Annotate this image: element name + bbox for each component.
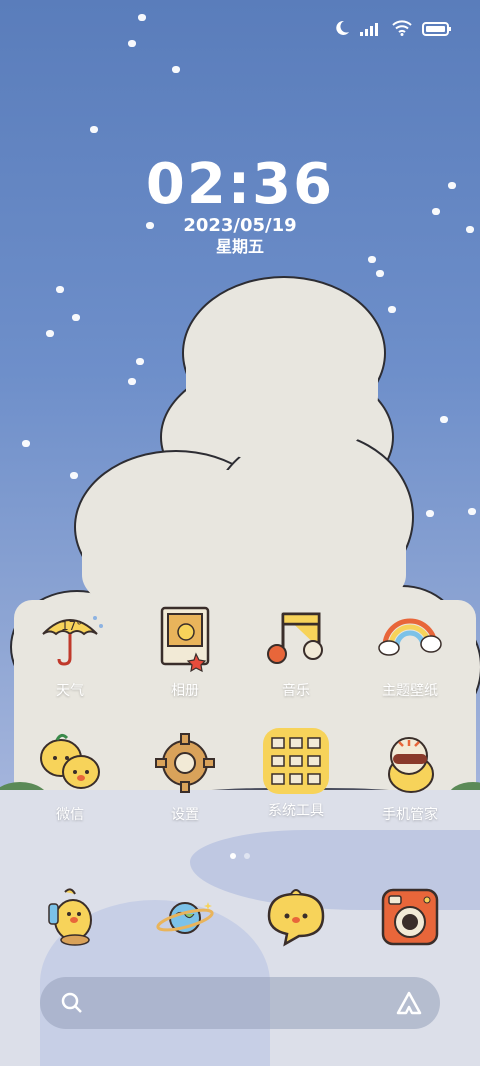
weather-temp: 17°: [61, 619, 82, 633]
moon-icon: [334, 20, 350, 40]
search-icon[interactable]: [60, 991, 84, 1019]
clock-date: 2023/05/19: [183, 215, 297, 236]
app-wechat[interactable]: 微信: [20, 728, 120, 824]
app-system-tools[interactable]: 系统工具: [246, 728, 346, 820]
signal-icon: [360, 21, 382, 40]
dock-messages[interactable]: [246, 882, 346, 952]
page-dot-2[interactable]: [244, 853, 250, 859]
app-weather[interactable]: 17° 天气: [20, 604, 120, 700]
umbrella-icon: 17°: [35, 604, 105, 674]
page-indicator[interactable]: [0, 853, 480, 859]
planet-icon: [150, 882, 220, 952]
app-label: 相册: [171, 683, 199, 699]
app-label: 手机管家: [382, 807, 438, 823]
folder-icon: [263, 728, 329, 794]
status-bar: [334, 20, 452, 40]
app-gallery[interactable]: 相册: [135, 604, 235, 700]
page-dot-1[interactable]: [230, 853, 236, 859]
wifi-icon: [392, 20, 412, 40]
rainbow-icon: [375, 604, 445, 674]
app-label: 天气: [56, 683, 84, 699]
guard-chick-icon: [375, 728, 445, 798]
chat-bubble-icon: [261, 882, 331, 952]
app-label: 系统工具: [268, 803, 324, 819]
chicks-icon: [35, 728, 105, 798]
phone-chick-icon: [35, 882, 105, 952]
app-themes[interactable]: 主题壁纸: [360, 604, 460, 700]
dock-phone[interactable]: [20, 882, 120, 952]
app-settings[interactable]: 设置: [135, 728, 235, 824]
camera-icon: [375, 882, 445, 952]
app-label: 微信: [56, 807, 84, 823]
clock-time: 02:36: [145, 152, 335, 217]
app-label: 主题壁纸: [382, 683, 438, 699]
clock-weekday: 星期五: [215, 237, 264, 256]
assistant-icon[interactable]: [396, 991, 422, 1019]
app-music[interactable]: 音乐: [246, 604, 346, 700]
app-label: 设置: [171, 807, 199, 823]
battery-icon: [422, 21, 452, 40]
dock-browser[interactable]: [135, 882, 235, 952]
dock-camera[interactable]: [360, 882, 460, 952]
clock-widget[interactable]: 02:36 2023/05/19 星期五: [0, 155, 480, 257]
app-label: 音乐: [282, 683, 310, 699]
app-phone-manager[interactable]: 手机管家: [360, 728, 460, 824]
search-bar[interactable]: [40, 977, 440, 1029]
gear-icon: [150, 728, 220, 798]
photo-frame-icon: [150, 604, 220, 674]
music-note-icon: [261, 604, 331, 674]
